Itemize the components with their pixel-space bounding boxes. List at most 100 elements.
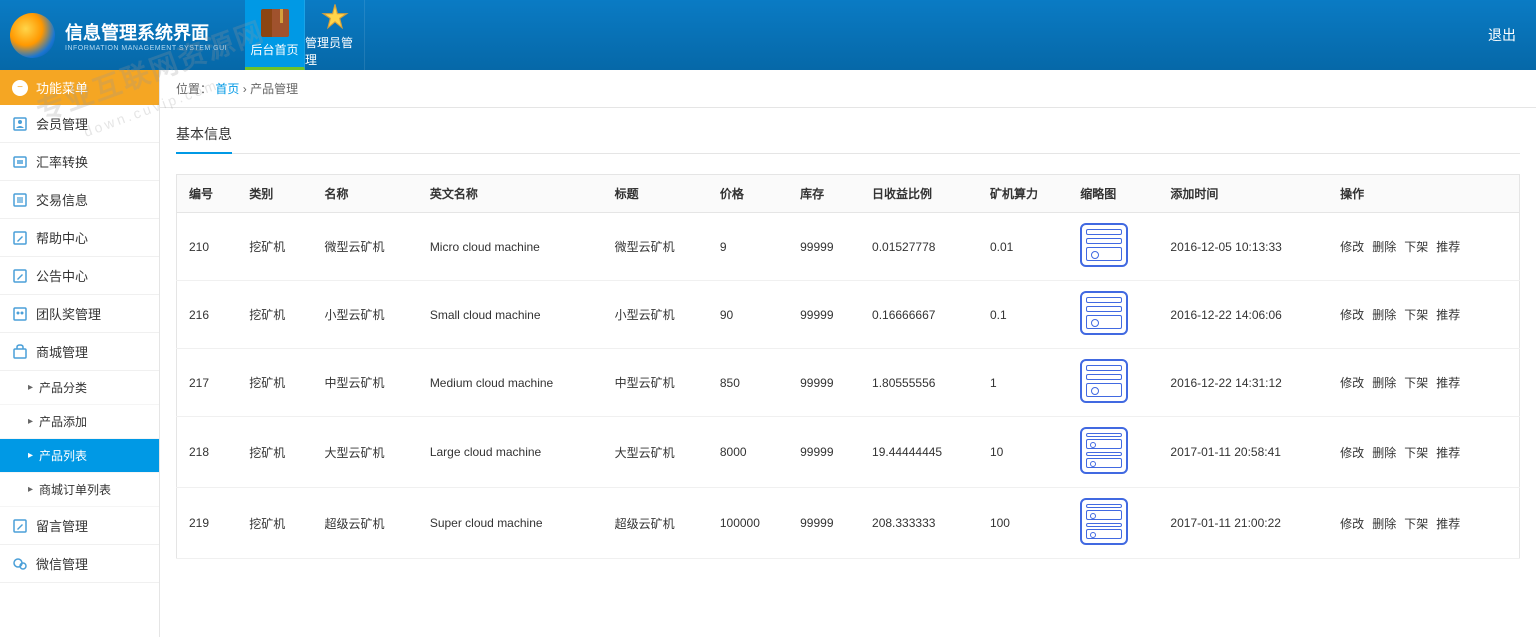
cell-actions: 修改删除下架推荐 bbox=[1328, 213, 1519, 281]
action-2[interactable]: 下架 bbox=[1404, 517, 1428, 531]
action-2[interactable]: 下架 bbox=[1404, 376, 1428, 390]
thumbnail-icon bbox=[1080, 291, 1128, 335]
menu-item-6[interactable]: 商城管理 bbox=[0, 333, 159, 371]
submenu-item-6-1[interactable]: 产品添加 bbox=[0, 405, 159, 439]
menu-item-4[interactable]: 公告中心 bbox=[0, 257, 159, 295]
menu-label: 汇率转换 bbox=[36, 152, 88, 171]
top-nav-item-1[interactable]: 管理员管理 bbox=[305, 0, 365, 70]
cell: 超级云矿机 bbox=[603, 488, 708, 559]
sidebar-header[interactable]: − 功能菜单 bbox=[0, 70, 159, 105]
minus-icon: − bbox=[12, 80, 28, 96]
action-3[interactable]: 推荐 bbox=[1436, 517, 1460, 531]
main-content: 位置： 首页 › 产品管理 基本信息 编号类别名称英文名称标题价格库存日收益比例… bbox=[160, 70, 1536, 637]
action-0[interactable]: 修改 bbox=[1340, 308, 1364, 322]
menu-item-2[interactable]: 交易信息 bbox=[0, 181, 159, 219]
cell: 小型云矿机 bbox=[603, 281, 708, 349]
cell: 218 bbox=[177, 417, 238, 488]
cell: 850 bbox=[708, 349, 788, 417]
action-3[interactable]: 推荐 bbox=[1436, 240, 1460, 254]
breadcrumb-current: 产品管理 bbox=[250, 82, 298, 96]
cell: 挖矿机 bbox=[237, 281, 312, 349]
action-1[interactable]: 删除 bbox=[1372, 240, 1396, 254]
cell: 微型云矿机 bbox=[603, 213, 708, 281]
action-0[interactable]: 修改 bbox=[1340, 517, 1364, 531]
menu-label: 留言管理 bbox=[36, 516, 88, 535]
cell: 小型云矿机 bbox=[313, 281, 418, 349]
action-3[interactable]: 推荐 bbox=[1436, 446, 1460, 460]
cell: 100000 bbox=[708, 488, 788, 559]
product-table: 编号类别名称英文名称标题价格库存日收益比例矿机算力缩略图添加时间操作 210挖矿… bbox=[176, 174, 1520, 559]
action-2[interactable]: 下架 bbox=[1404, 240, 1428, 254]
action-0[interactable]: 修改 bbox=[1340, 446, 1364, 460]
action-1[interactable]: 删除 bbox=[1372, 517, 1396, 531]
top-nav-item-0[interactable]: 后台首页 bbox=[245, 0, 305, 70]
cell: 10 bbox=[978, 417, 1068, 488]
col-header-1: 类别 bbox=[237, 175, 312, 213]
submenu-item-6-2[interactable]: 产品列表 bbox=[0, 439, 159, 473]
edit-icon bbox=[12, 268, 28, 284]
cell: 9 bbox=[708, 213, 788, 281]
breadcrumb-home[interactable]: 首页 bbox=[215, 82, 239, 96]
app-title: 信息管理系统界面 bbox=[65, 19, 227, 45]
cell: 99999 bbox=[788, 349, 860, 417]
panel-title: 基本信息 bbox=[176, 124, 232, 154]
cell: 大型云矿机 bbox=[603, 417, 708, 488]
col-header-9: 缩略图 bbox=[1068, 175, 1158, 213]
menu-item-8[interactable]: 微信管理 bbox=[0, 545, 159, 583]
menu-item-5[interactable]: 团队奖管理 bbox=[0, 295, 159, 333]
submenu-item-6-3[interactable]: 商城订单列表 bbox=[0, 473, 159, 507]
thumbnail-icon bbox=[1080, 359, 1128, 403]
cell-actions: 修改删除下架推荐 bbox=[1328, 281, 1519, 349]
logout-link[interactable]: 退出 bbox=[1488, 25, 1516, 45]
cell-time: 2016-12-22 14:06:06 bbox=[1158, 281, 1328, 349]
action-1[interactable]: 删除 bbox=[1372, 446, 1396, 460]
cell: 大型云矿机 bbox=[313, 417, 418, 488]
menu-item-0[interactable]: 会员管理 bbox=[0, 105, 159, 143]
cell-time: 2017-01-11 20:58:41 bbox=[1158, 417, 1328, 488]
group-icon bbox=[12, 306, 28, 322]
cell: 中型云矿机 bbox=[603, 349, 708, 417]
menu-label: 交易信息 bbox=[36, 190, 88, 209]
col-header-5: 价格 bbox=[708, 175, 788, 213]
cell: 99999 bbox=[788, 488, 860, 559]
cell: 217 bbox=[177, 349, 238, 417]
cell: 挖矿机 bbox=[237, 417, 312, 488]
cell: 90 bbox=[708, 281, 788, 349]
cell: 100 bbox=[978, 488, 1068, 559]
cell: 中型云矿机 bbox=[313, 349, 418, 417]
action-3[interactable]: 推荐 bbox=[1436, 308, 1460, 322]
menu-item-1[interactable]: 汇率转换 bbox=[0, 143, 159, 181]
menu-item-7[interactable]: 留言管理 bbox=[0, 507, 159, 545]
col-header-3: 英文名称 bbox=[418, 175, 603, 213]
action-1[interactable]: 删除 bbox=[1372, 308, 1396, 322]
action-2[interactable]: 下架 bbox=[1404, 308, 1428, 322]
cell-thumb bbox=[1068, 349, 1158, 417]
cell: 19.44444445 bbox=[860, 417, 978, 488]
menu-label: 团队奖管理 bbox=[36, 304, 101, 323]
cell: 99999 bbox=[788, 281, 860, 349]
list-icon bbox=[12, 192, 28, 208]
sidebar: − 功能菜单 会员管理汇率转换交易信息帮助中心公告中心团队奖管理商城管理产品分类… bbox=[0, 70, 160, 637]
cell-thumb bbox=[1068, 213, 1158, 281]
cell: 挖矿机 bbox=[237, 213, 312, 281]
action-1[interactable]: 删除 bbox=[1372, 376, 1396, 390]
action-0[interactable]: 修改 bbox=[1340, 240, 1364, 254]
menu-item-3[interactable]: 帮助中心 bbox=[0, 219, 159, 257]
cell-thumb bbox=[1068, 281, 1158, 349]
edit-icon bbox=[12, 230, 28, 246]
cell: 99999 bbox=[788, 213, 860, 281]
cell: 216 bbox=[177, 281, 238, 349]
submenu-item-6-0[interactable]: 产品分类 bbox=[0, 371, 159, 405]
action-3[interactable]: 推荐 bbox=[1436, 376, 1460, 390]
action-2[interactable]: 下架 bbox=[1404, 446, 1428, 460]
cell: 8000 bbox=[708, 417, 788, 488]
action-0[interactable]: 修改 bbox=[1340, 376, 1364, 390]
wechat-icon bbox=[12, 556, 28, 572]
col-header-11: 操作 bbox=[1328, 175, 1519, 213]
cell-time: 2016-12-22 14:31:12 bbox=[1158, 349, 1328, 417]
col-header-7: 日收益比例 bbox=[860, 175, 978, 213]
top-nav-label: 管理员管理 bbox=[305, 34, 364, 68]
sidebar-header-label: 功能菜单 bbox=[36, 78, 88, 97]
table-row: 219挖矿机超级云矿机Super cloud machine超级云矿机10000… bbox=[177, 488, 1520, 559]
breadcrumb-prefix: 位置： bbox=[176, 82, 212, 96]
